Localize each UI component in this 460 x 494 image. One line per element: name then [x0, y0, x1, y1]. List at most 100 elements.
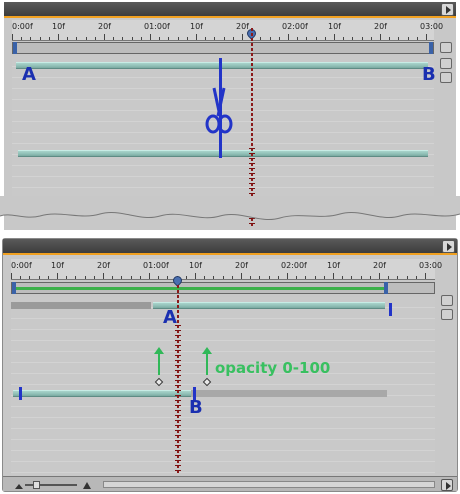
- ruler-tick-label: 01:00f: [144, 22, 170, 31]
- ruler-minor-tick: [305, 276, 307, 279]
- work-area-range: [16, 287, 384, 290]
- layer-track-area: [11, 297, 435, 475]
- ruler-tick: [379, 273, 380, 279]
- scroll-right-button[interactable]: [441, 479, 453, 491]
- ruler-tick-label: 10f: [327, 261, 340, 270]
- ruler-minor-tick: [29, 276, 31, 279]
- ruler-tick-label: 0:00f: [11, 261, 32, 270]
- ruler-minor-tick: [204, 276, 206, 279]
- ruler-minor-tick: [315, 37, 317, 40]
- ruler-tick-label: 20f: [98, 22, 111, 31]
- work-area-bar[interactable]: [11, 282, 435, 294]
- ruler-minor-tick: [76, 37, 78, 40]
- ruler-minor-tick: [416, 37, 418, 40]
- ruler-minor-tick: [177, 37, 179, 40]
- ruler-minor-tick: [113, 37, 115, 40]
- time-ruler[interactable]: 0:00f 10f 20f 01:00f 10f 20f 02:00f 10f 20f 03:00: [12, 20, 443, 41]
- layer-clip-b[interactable]: [13, 390, 191, 397]
- ruler-minor-tick: [361, 37, 363, 40]
- opacity-arrow-left: [154, 347, 164, 375]
- zoom-slider-knob[interactable]: [33, 481, 40, 489]
- ruler-tick: [57, 273, 58, 279]
- ruler-minor-tick: [140, 37, 142, 40]
- ruler-minor-tick: [398, 37, 400, 40]
- ruler-minor-tick: [21, 37, 23, 40]
- work-area-end-handle[interactable]: [429, 42, 433, 54]
- ruler-minor-tick: [93, 276, 95, 279]
- ruler-tick: [196, 34, 197, 40]
- ruler-minor-tick: [268, 276, 270, 279]
- ruler-minor-tick: [342, 276, 344, 279]
- panel-accent-line: [4, 16, 456, 18]
- work-area-start-handle[interactable]: [13, 42, 17, 54]
- ruler-minor-tick: [260, 37, 262, 40]
- horizontal-scrollbar[interactable]: [103, 481, 435, 488]
- ruler-tick-label: 02:00f: [282, 22, 308, 31]
- ruler-tick-label: 10f: [328, 22, 341, 31]
- ruler-minor-tick: [75, 276, 77, 279]
- ruler-minor-tick: [351, 276, 353, 279]
- ruler-minor-tick: [296, 276, 298, 279]
- zoom-out-icon[interactable]: [15, 484, 23, 489]
- clip-point-a-label: A: [22, 64, 36, 85]
- ruler-minor-tick: [259, 276, 261, 279]
- ruler-minor-tick: [406, 276, 408, 279]
- clip-b-in-marker: [19, 387, 22, 400]
- camera-button[interactable]: [440, 58, 452, 69]
- ruler-minor-tick: [122, 37, 124, 40]
- scissors-icon: [205, 87, 233, 134]
- panel-title-bar: [4, 2, 456, 16]
- ruler-minor-tick: [297, 37, 299, 40]
- ruler-minor-tick: [250, 276, 252, 279]
- ruler-tick: [425, 273, 426, 279]
- layer-clip-bar[interactable]: [16, 62, 428, 69]
- timeline-footer: [3, 476, 457, 491]
- ruler-minor-tick: [94, 37, 96, 40]
- ruler-tick-label: 03:00: [419, 261, 443, 270]
- work-area-bar[interactable]: [12, 42, 434, 54]
- layer-clip-a[interactable]: [153, 302, 385, 309]
- ruler-minor-tick: [222, 276, 224, 279]
- camera-button[interactable]: [441, 309, 453, 320]
- ruler-minor-tick: [360, 276, 362, 279]
- ruler-tick: [58, 34, 59, 40]
- ruler-tick-label: 20f: [235, 261, 248, 270]
- lock-button[interactable]: [440, 72, 452, 83]
- ruler-minor-tick: [214, 37, 216, 40]
- ruler-minor-tick: [223, 37, 225, 40]
- layer-clip-bar-2[interactable]: [18, 150, 428, 157]
- ruler-tick: [150, 34, 151, 40]
- comp-button[interactable]: [441, 295, 453, 306]
- ruler-tick: [242, 34, 243, 40]
- playhead-ticks: [175, 325, 181, 473]
- panel-title-bar: [3, 239, 457, 253]
- ruler-tick: [287, 273, 288, 279]
- work-area-end-handle[interactable]: [384, 282, 388, 294]
- ruler-minor-tick: [277, 276, 279, 279]
- zoom-in-icon[interactable]: [83, 482, 91, 489]
- ruler-minor-tick: [186, 37, 188, 40]
- ruler-tick-label: 01:00f: [143, 261, 169, 270]
- ruler-minor-tick: [323, 276, 325, 279]
- panel-accent-line: [3, 253, 457, 255]
- ruler-minor-tick: [47, 276, 49, 279]
- panel-menu-button[interactable]: [441, 3, 454, 16]
- ruler-minor-tick: [66, 276, 68, 279]
- ruler-tick: [333, 273, 334, 279]
- panel-menu-button[interactable]: [442, 240, 455, 253]
- ruler-minor-tick: [38, 276, 40, 279]
- comp-button[interactable]: [440, 42, 452, 53]
- ruler-minor-tick: [131, 37, 133, 40]
- ruler-minor-tick: [232, 37, 234, 40]
- clip-point-b-label: B: [422, 64, 436, 85]
- ruler-minor-tick: [39, 37, 41, 40]
- ruler-tick: [241, 273, 242, 279]
- ruler-minor-tick: [269, 37, 271, 40]
- ruler-minor-tick: [167, 276, 169, 279]
- empty-track-segment: [11, 302, 151, 309]
- ruler-minor-tick: [231, 276, 233, 279]
- opacity-arrow-right: [202, 347, 212, 375]
- time-ruler[interactable]: 0:00f 10f 20f 01:00f 10f 20f 02:00f 10f 20f 03:00: [11, 259, 442, 280]
- ruler-minor-tick: [389, 37, 391, 40]
- ruler-tick-label: 10f: [190, 22, 203, 31]
